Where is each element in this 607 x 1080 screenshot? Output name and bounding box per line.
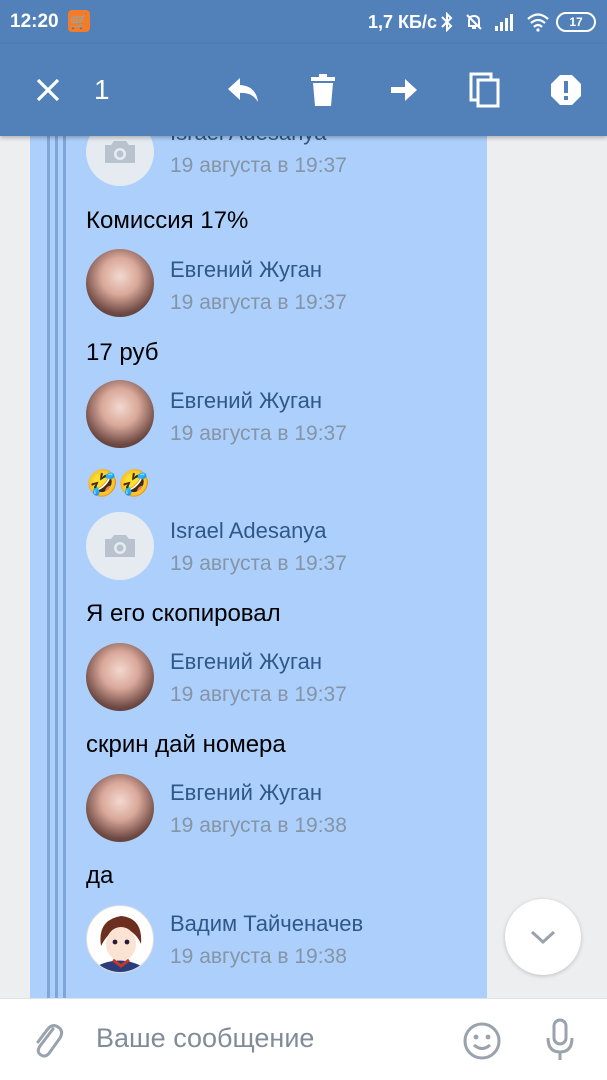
message-time: 19 августа в 19:37 xyxy=(170,291,347,314)
anime-avatar-image xyxy=(97,916,145,972)
message-text: да xyxy=(86,862,114,889)
message-time: 19 августа в 19:37 xyxy=(170,552,347,575)
app-notification-icon: 🛒 xyxy=(68,10,90,32)
message-text: скрин дай номера xyxy=(86,731,286,758)
list-item[interactable]: Israel Adesanya 19 августа в 19:37 Я его… xyxy=(0,502,607,633)
close-icon xyxy=(36,78,60,102)
message-time: 19 августа в 19:38 xyxy=(170,945,347,968)
reply-icon xyxy=(228,78,258,102)
mute-icon xyxy=(466,14,482,30)
forward-button[interactable] xyxy=(382,68,426,112)
reply-button[interactable] xyxy=(221,68,265,112)
avatar[interactable] xyxy=(86,380,154,448)
emoji-button[interactable] xyxy=(460,1019,504,1063)
status-time: 12:20 xyxy=(10,11,59,32)
battery-indicator: 17 xyxy=(556,12,596,32)
message-author[interactable]: Israel Adesanya xyxy=(170,518,327,544)
message-author[interactable]: Евгений Жуган xyxy=(170,649,322,675)
message-time: 19 августа в 19:38 xyxy=(170,814,347,837)
paperclip-icon xyxy=(36,1024,64,1058)
list-item[interactable]: Евгений Жуган 19 августа в 19:38 да xyxy=(0,764,607,895)
avatar[interactable] xyxy=(86,774,154,842)
avatar[interactable] xyxy=(86,643,154,711)
delete-button[interactable] xyxy=(301,68,345,112)
message-text: 17 руб xyxy=(86,339,159,366)
list-item[interactable]: Евгений Жуган 19 августа в 19:37 🤣🤣 xyxy=(0,370,607,501)
trash-icon xyxy=(311,74,335,106)
copy-button[interactable] xyxy=(463,68,507,112)
smiley-icon xyxy=(463,1022,501,1060)
message-author[interactable]: Евгений Жуган xyxy=(170,257,322,283)
status-icons xyxy=(440,12,550,32)
camera-icon xyxy=(105,535,135,557)
close-selection-button[interactable] xyxy=(26,68,70,112)
message-time: 19 августа в 19:37 xyxy=(170,683,347,706)
signal-icon xyxy=(495,14,513,31)
list-item[interactable]: Israel Adesanya 19 августа в 19:37 Комис… xyxy=(0,136,607,239)
status-bar: 12:20 🛒 1,7 КБ/с 17 xyxy=(0,0,607,44)
scroll-to-bottom-button[interactable] xyxy=(505,899,581,975)
wifi-icon xyxy=(527,13,549,32)
message-time: 19 августа в 19:37 xyxy=(170,422,347,445)
microphone-icon xyxy=(546,1018,574,1060)
network-speed: 1,7 КБ/с xyxy=(368,12,437,32)
forward-icon xyxy=(391,79,417,101)
voice-message-button[interactable] xyxy=(540,1017,580,1063)
copy-icon xyxy=(469,72,500,108)
message-text: Я его скопировал xyxy=(86,600,281,627)
message-composer: Ваше сообщение xyxy=(0,998,607,1080)
message-feed[interactable]: Israel Adesanya 19 августа в 19:37 Комис… xyxy=(0,136,607,998)
bluetooth-icon xyxy=(441,12,453,32)
avatar[interactable] xyxy=(86,512,154,580)
attach-button[interactable] xyxy=(28,1019,68,1059)
message-author[interactable]: Israel Adesanya xyxy=(170,136,327,146)
chevron-down-icon xyxy=(530,930,556,945)
list-item[interactable]: Евгений Жуган 19 августа в 19:37 17 руб xyxy=(0,239,607,370)
message-time: 19 августа в 19:37 xyxy=(170,154,347,177)
message-author[interactable]: Евгений Жуган xyxy=(170,780,322,806)
camera-icon xyxy=(105,141,135,163)
report-button[interactable] xyxy=(544,68,588,112)
avatar[interactable] xyxy=(86,136,154,186)
selection-toolbar: 1 xyxy=(0,44,607,136)
message-input[interactable]: Ваше сообщение xyxy=(96,1023,436,1059)
list-item[interactable]: Евгений Жуган 19 августа в 19:37 скрин д… xyxy=(0,633,607,764)
selected-count: 1 xyxy=(94,74,110,105)
message-text: Комиссия 17% xyxy=(86,207,249,234)
avatar[interactable] xyxy=(86,249,154,317)
avatar[interactable] xyxy=(86,905,154,973)
message-author[interactable]: Евгений Жуган xyxy=(170,388,322,414)
alert-icon xyxy=(551,75,581,105)
message-text: 🤣🤣 xyxy=(86,468,151,498)
message-author[interactable]: Вадим Тайченачев xyxy=(170,911,363,937)
